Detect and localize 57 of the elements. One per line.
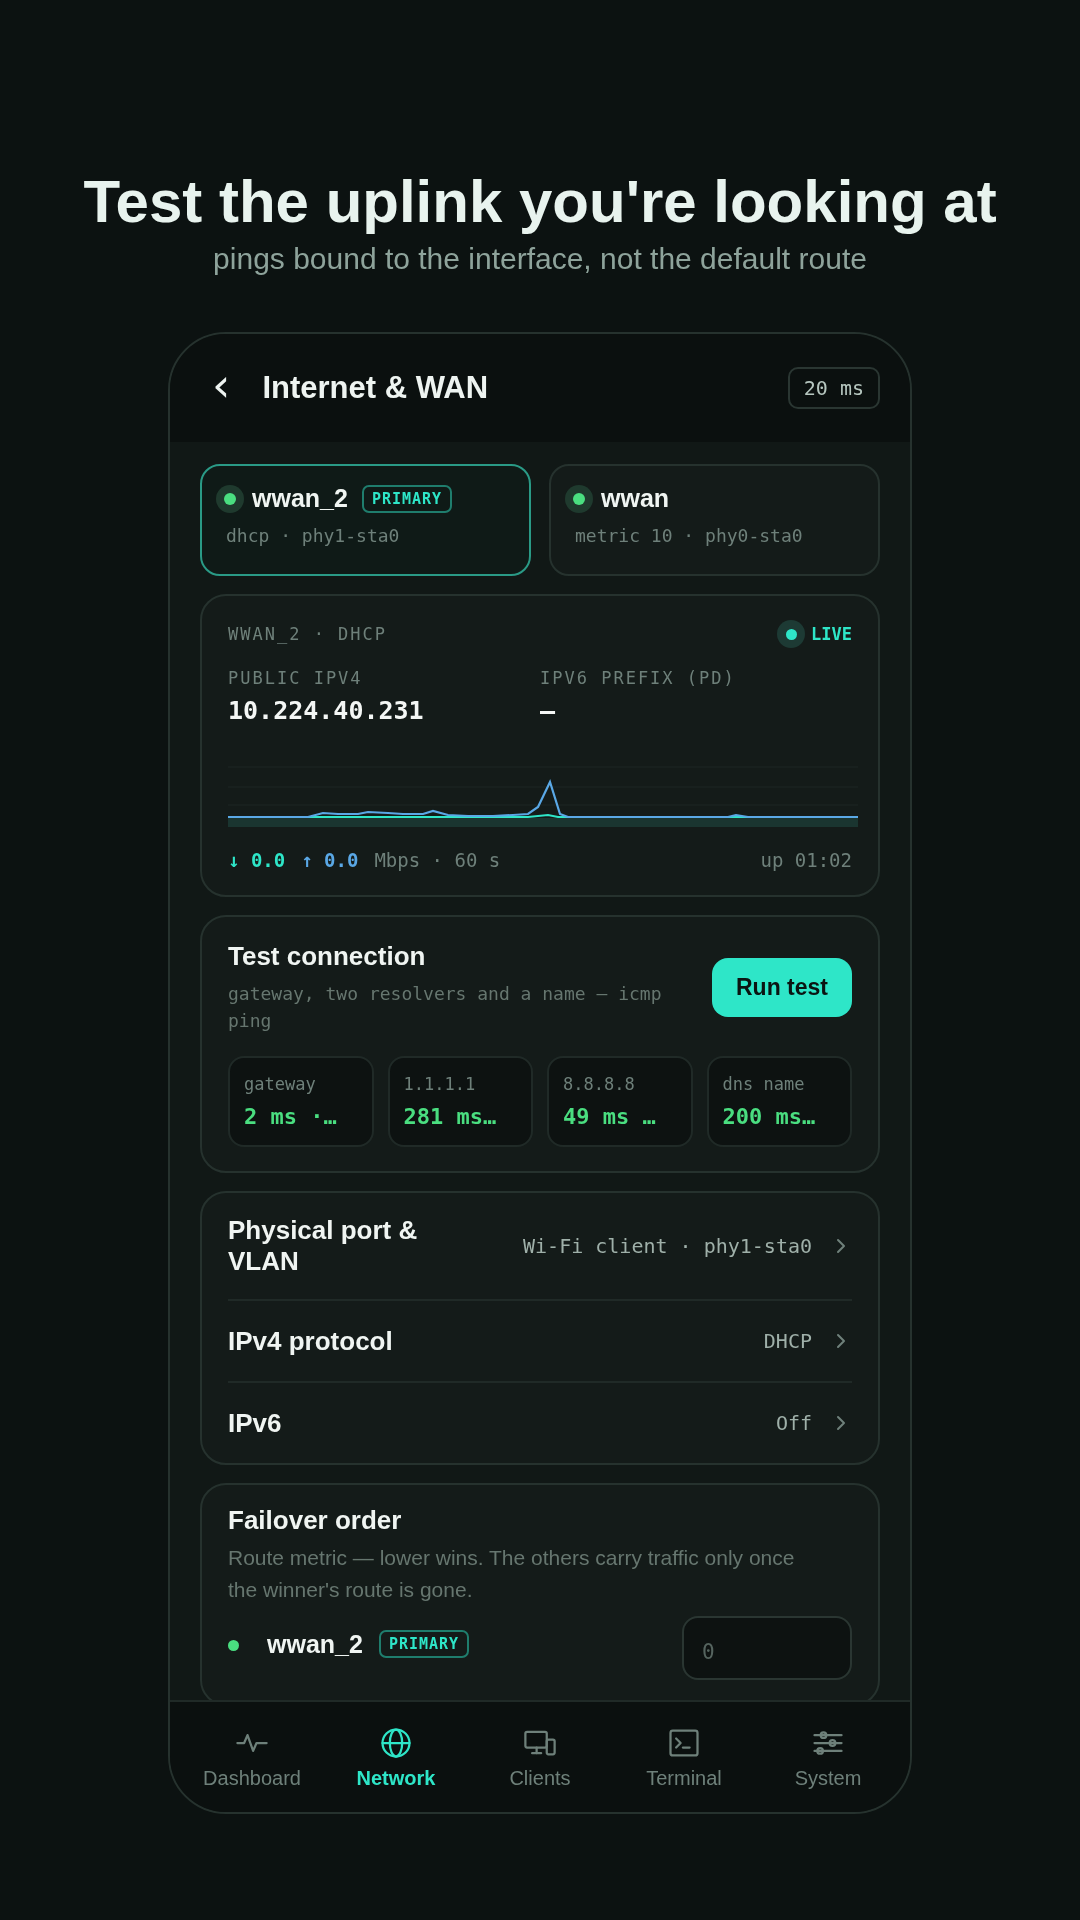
ping-target: 8.8.8.8 [563,1074,636,1094]
upload-rate: ↑ 0.0 [301,849,359,871]
ping-time: 2 ms ·… [244,1104,338,1129]
nav-tab[interactable]: System [758,1724,898,1790]
test-description: gateway, two resolvers and a name — icmp ping [228,982,663,1033]
uptime: up 01:02 [760,849,852,871]
field-value: – [540,696,557,725]
setting-value: Off [774,1411,812,1435]
setting-value: Wi-Fi client · phy1-sta0 [522,1234,812,1258]
setting-label: Physical port & VLAN [228,1215,419,1277]
setting-label: IPv6 [228,1407,282,1439]
nav-tab[interactable]: Terminal [614,1724,754,1790]
ping-target: dns name [722,1074,806,1094]
status-dot-icon [216,484,244,513]
ping-time: 281 ms… [403,1104,498,1129]
interface-detail: dhcp · phy1-sta0 [225,525,401,546]
chevron-icon [836,1238,846,1254]
interface-card[interactable]: wwan metric 10 · phy0-sta0 [549,464,880,576]
interface-name: wwan_2 [252,484,348,513]
ping-target: gateway [244,1074,317,1094]
nav-tab[interactable]: Clients [470,1724,610,1790]
test-title: Test connection [228,941,427,972]
rate-unit: Mbps · 60 s [374,849,501,871]
primary-badge: PRIMARY [378,1630,470,1658]
settings-row[interactable]: IPv6 Off [228,1383,852,1463]
chevron-icon [836,1415,846,1431]
nav-tab[interactable]: Dashboard [182,1724,322,1790]
ping-time: 200 ms… [722,1104,817,1129]
live-dot-icon [777,620,806,648]
setting-label: IPv4 protocol [228,1325,393,1357]
latency-badge: 20 ms [787,367,880,409]
interface-name: wwan [601,484,670,513]
primary-badge: PRIMARY [361,484,453,513]
interface-name: wwan_2 [267,1630,363,1659]
back-button[interactable]: ‹ [206,365,237,411]
run-test-button[interactable]: Run test [712,958,852,1017]
failover-description: Route metric — lower wins. The others carry traffic only once the winner's route is gone. [228,1545,796,1603]
chevron-icon [836,1333,846,1349]
ping-target: 1.1.1.1 [403,1074,477,1094]
download-rate: ↓ 0.0 [228,849,286,871]
field-value: 10.224.40.231 [228,696,425,725]
field-label: PUBLIC IPV4 [228,668,364,688]
interface-caption: WWAN_2 · DHCP [228,624,388,644]
headline: Test the uplink you're looking at [83,167,997,237]
subheadline: pings bound to the interface, not the default route [212,242,868,276]
nav-tab[interactable]: Network [326,1724,466,1790]
status-dot-icon [565,484,593,513]
settings-row[interactable]: Physical port & VLAN Wi-Fi client · phy1-sta0 [228,1193,852,1301]
live-label: LIVE [811,624,852,644]
screen-title: Internet & WAN [262,370,490,406]
settings-row[interactable]: IPv4 protocol DHCP [228,1301,852,1383]
interface-card[interactable]: wwan_2 PRIMARY dhcp · phy1-sta0 [200,464,531,576]
failover-title: Failover order [228,1505,403,1536]
interface-detail: metric 10 · phy0-sta0 [574,525,804,546]
field-label: IPV6 PREFIX (PD) [540,668,737,688]
setting-value: DHCP [762,1329,812,1353]
ping-time: 49 ms … [563,1104,657,1129]
